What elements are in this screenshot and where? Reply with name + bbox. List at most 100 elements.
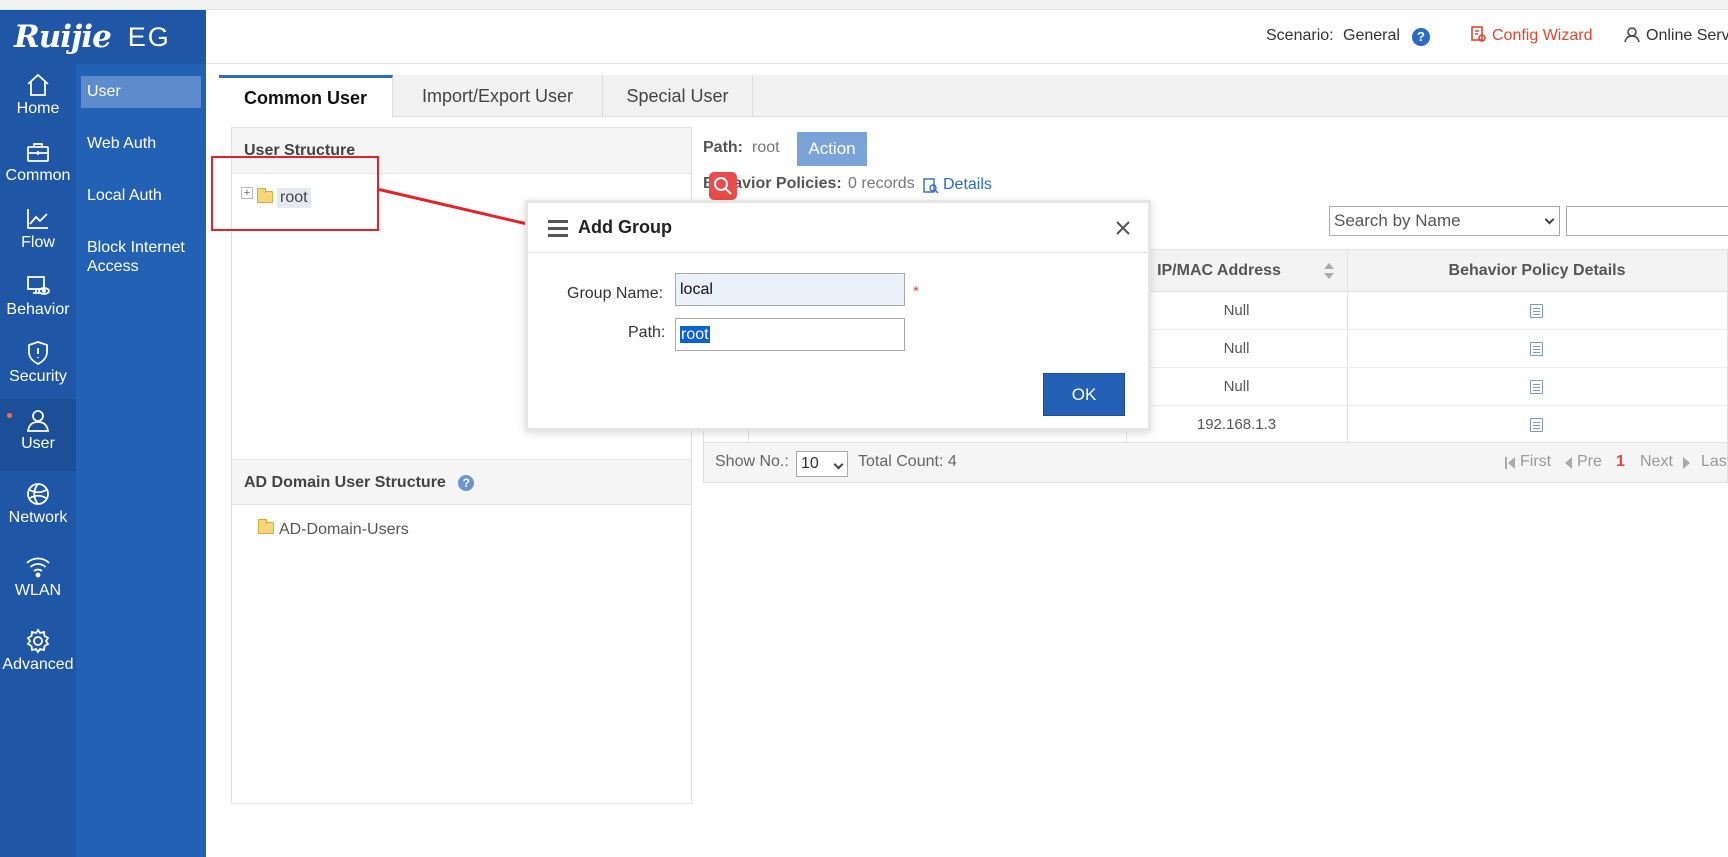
ad-help-icon[interactable]: ?	[458, 474, 475, 491]
top-header: Scenario: General ? Config Wizard Online…	[206, 10, 1728, 64]
first-page-icon	[1505, 457, 1515, 469]
scenario-label: Scenario:	[1266, 27, 1334, 44]
first-page-link[interactable]: First	[1520, 453, 1551, 471]
policy-detail-icon[interactable]	[1530, 304, 1543, 318]
sort-icon[interactable]	[1323, 262, 1335, 280]
chart-line-icon	[27, 209, 48, 229]
last-page-link[interactable]: Last	[1701, 453, 1728, 471]
nav-item-wlan[interactable]: WLAN	[0, 546, 76, 618]
pagination-bar: Show No.: 10 Total Count: 4 First Pre 1 …	[703, 443, 1728, 483]
product-name: EG	[127, 21, 171, 52]
current-page[interactable]: 1	[1616, 453, 1625, 471]
home-icon	[27, 73, 49, 96]
nav-item-security[interactable]: Security	[0, 332, 76, 404]
online-service-icon	[1624, 26, 1640, 43]
dialog-title: Add Group	[578, 217, 672, 237]
tree-node-ad-domain-users[interactable]: AD-Domain-Users	[279, 521, 409, 539]
annotation-highlight-box	[211, 156, 379, 231]
path-input[interactable]: root	[675, 318, 905, 351]
user-icon	[26, 410, 50, 432]
config-wizard-link[interactable]: Config Wizard	[1492, 27, 1592, 45]
prev-page-icon	[1565, 457, 1572, 469]
tab-common-user[interactable]: Common User	[219, 75, 393, 118]
ad-domain-title: AD Domain User Structure	[244, 474, 446, 491]
tab-import-export-user[interactable]: Import/Export User	[393, 75, 603, 117]
menu-icon	[548, 220, 568, 237]
required-mark: *	[913, 283, 919, 300]
search-input[interactable]	[1566, 206, 1728, 236]
nav-item-flow[interactable]: Flow	[0, 198, 76, 270]
next-page-icon	[1683, 457, 1690, 469]
sub-nav: User Web Auth Local Auth Block Internet …	[76, 64, 206, 857]
col-behavior-policy-details: Behavior Policy Details	[1448, 262, 1626, 279]
notification-dot	[7, 413, 12, 418]
nav-label-network: Network	[8, 509, 68, 526]
nav-label-user: User	[21, 435, 55, 452]
tab-special-user[interactable]: Special User	[603, 75, 753, 117]
page-size-select[interactable]: 10	[796, 451, 848, 477]
help-icon[interactable]: ?	[1412, 28, 1430, 46]
nav-label-common: Common	[5, 167, 71, 184]
gear-icon	[26, 628, 50, 654]
cell-ip: Null	[1223, 302, 1250, 319]
nav-item-advanced[interactable]: Advanced	[0, 620, 76, 692]
details-link[interactable]: Details	[943, 176, 992, 194]
scenario-value: General	[1343, 27, 1400, 44]
subnav-item-user[interactable]: User	[81, 76, 201, 108]
subnav-item-web-auth[interactable]: Web Auth	[81, 134, 201, 153]
nav-item-common[interactable]: Common	[0, 131, 76, 203]
cell-ip: 192.168.1.3	[1196, 416, 1277, 433]
search-by-select[interactable]: Search by Name	[1329, 206, 1560, 236]
brand-bar: Ruijie EG	[0, 10, 206, 64]
path-field-label: Path:	[628, 324, 666, 341]
nav-label-flow: Flow	[21, 234, 55, 251]
cell-ip: Null	[1223, 340, 1250, 357]
policy-detail-icon[interactable]	[1530, 418, 1543, 432]
shield-alert-icon	[28, 341, 48, 366]
policy-detail-icon[interactable]	[1530, 380, 1543, 394]
wizard-icon	[1471, 26, 1486, 43]
cell-ip: Null	[1223, 378, 1250, 395]
globe-icon	[27, 483, 49, 505]
subnav-item-block-internet-access[interactable]: Block Internet Access	[81, 238, 196, 276]
nav-label-advanced: Advanced	[2, 656, 74, 673]
nav-item-home[interactable]: Home	[0, 64, 76, 136]
total-count: Total Count: 4	[858, 453, 957, 470]
path-label: Path:	[703, 139, 743, 156]
next-page-link[interactable]: Next	[1640, 453, 1673, 471]
nav-label-wlan: WLAN	[14, 582, 62, 599]
ad-domain-section: AD Domain User Structure ?	[232, 459, 691, 505]
ok-button[interactable]: OK	[1043, 373, 1125, 416]
policy-detail-icon[interactable]	[1530, 342, 1543, 356]
show-no-label: Show No.:	[715, 453, 789, 470]
chevron-down-icon	[1544, 214, 1555, 225]
group-name-input[interactable]: local	[675, 273, 905, 306]
dialog-header: Add Group	[528, 203, 1148, 253]
behavior-policies-count: 0 records	[848, 175, 915, 192]
online-service-link[interactable]: Online Serv	[1646, 27, 1728, 45]
path-input-selected-text: root	[680, 326, 710, 343]
path-value: root	[752, 139, 780, 156]
nav-label-behavior: Behavior	[6, 301, 70, 318]
group-name-label: Group Name:	[567, 285, 664, 302]
search-by-value: Search by Name	[1334, 211, 1461, 230]
nav-label-security: Security	[9, 368, 67, 385]
nav-item-network[interactable]: Network	[0, 473, 76, 545]
nav-label-home: Home	[16, 100, 60, 117]
browser-strip	[0, 0, 1728, 10]
action-button[interactable]: Action	[797, 132, 867, 166]
nav-item-behavior[interactable]: Behavior	[0, 265, 76, 337]
close-icon[interactable]	[1115, 220, 1131, 236]
magnifier-icon	[714, 177, 732, 195]
col-ip-mac[interactable]: IP/MAC Address	[1126, 250, 1312, 292]
wifi-icon	[26, 557, 50, 578]
nav-item-user[interactable]: User	[0, 399, 76, 471]
main-nav: Home Common Flow Behavior Security User …	[0, 64, 76, 857]
ruijie-logo: Ruijie	[14, 19, 112, 55]
floating-search-badge[interactable]	[709, 172, 737, 200]
tab-bar: Common User Import/Export User Special U…	[219, 75, 1728, 118]
briefcase-icon	[27, 143, 49, 162]
prev-page-link[interactable]: Pre	[1577, 453, 1602, 471]
subnav-item-local-auth[interactable]: Local Auth	[81, 186, 201, 205]
page-size-value: 10	[801, 455, 819, 472]
